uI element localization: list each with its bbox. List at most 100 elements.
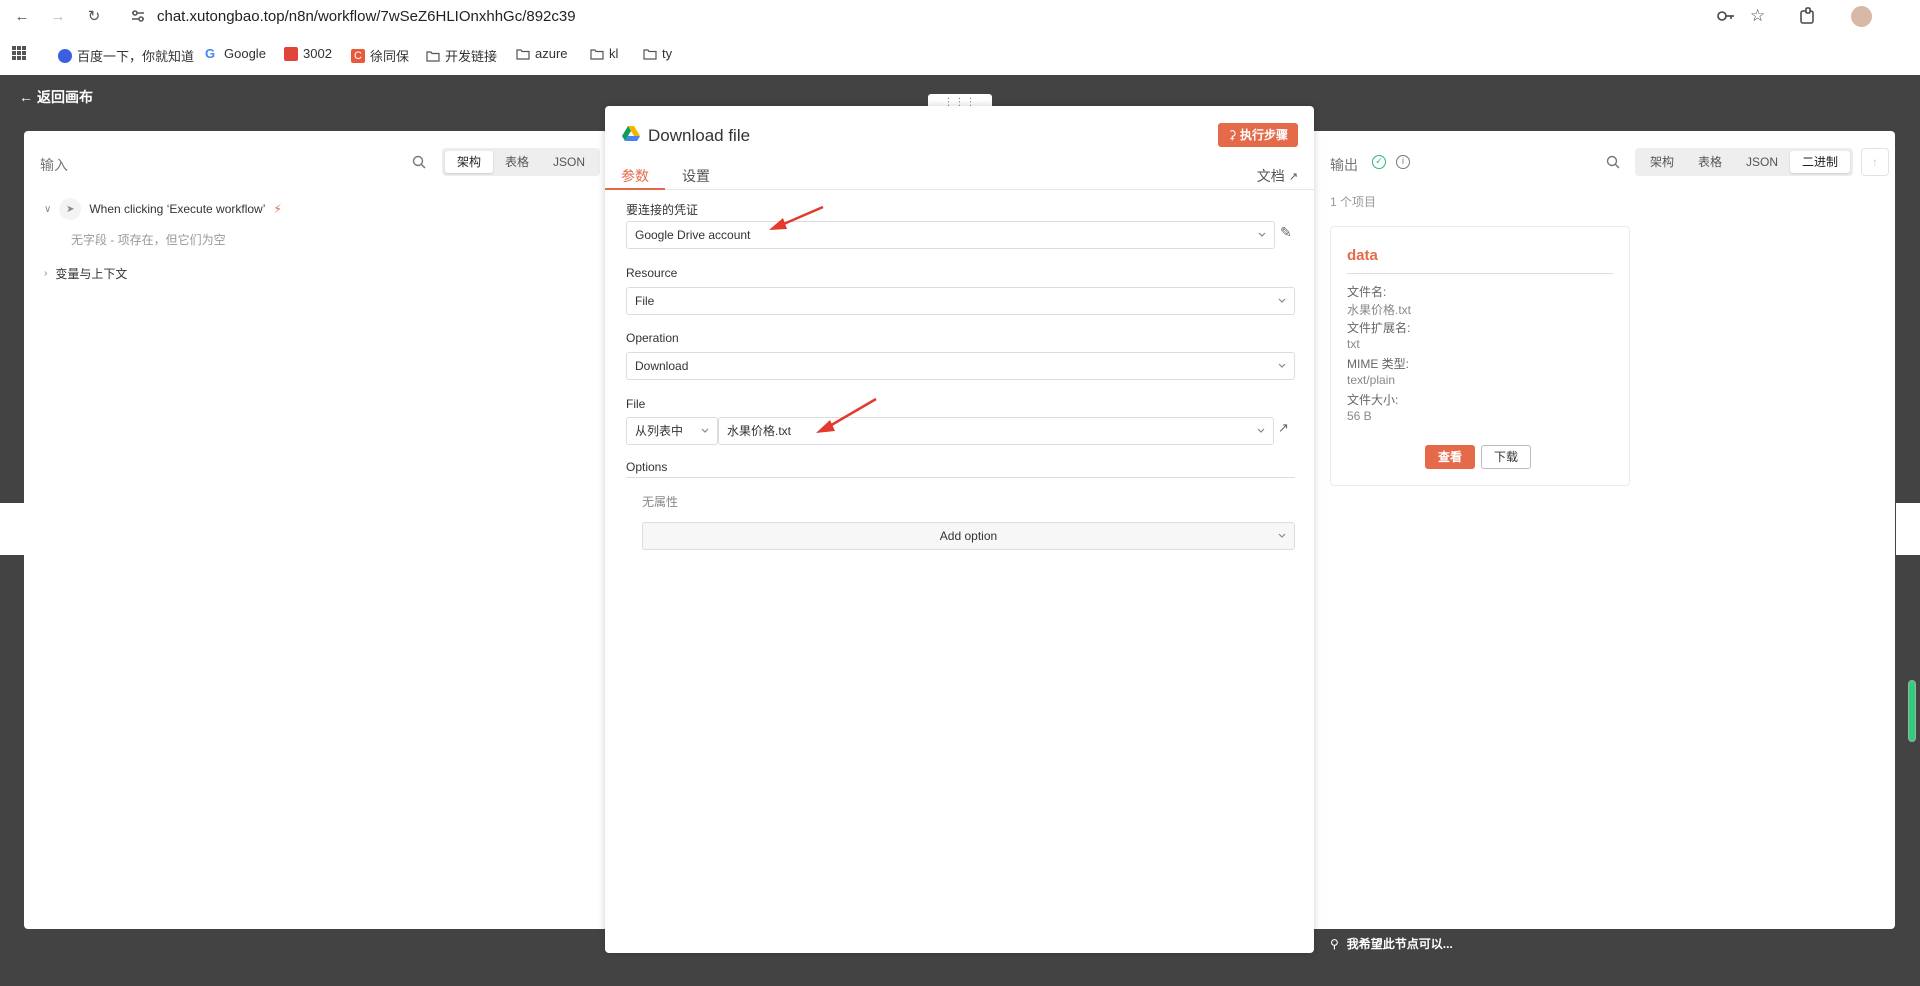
folder-icon [516, 48, 530, 60]
field-value: 水果价格.txt [1347, 303, 1412, 317]
field-label: 文件名: [1347, 285, 1387, 299]
field-label: 文件扩展名: [1347, 321, 1411, 335]
resource-select[interactable]: File [626, 287, 1295, 315]
output-panel-title: 输出 [1330, 157, 1358, 173]
lightning-icon: ⚡ [273, 202, 282, 216]
field-value: text/plain [1347, 373, 1396, 387]
docs-link[interactable]: 文档 ↗ [1257, 166, 1298, 186]
pencil-icon[interactable]: ✎ [1280, 224, 1292, 241]
input-panel-title: 输入 [40, 157, 68, 173]
back-arrow-icon[interactable]: ← [11, 5, 33, 27]
browser-toolbar: ← → ↻ chat.xutongbao.top/n8n/workflow/7w… [0, 0, 1920, 33]
left-edge-tab[interactable] [0, 503, 24, 555]
output-panel: 输出 ✓ i 架构 表格 JSON 二进制 ↑ 1 个项目 data 文件名: … [1310, 131, 1895, 929]
input-view-switch: 架构 表格 JSON [442, 148, 601, 176]
divider [1347, 273, 1613, 274]
variables-row[interactable]: › 变量与上下文 [44, 265, 127, 282]
tab-json[interactable]: JSON [541, 151, 597, 173]
operation-label: Operation [626, 331, 679, 345]
arrow-left-icon: ← [19, 89, 33, 105]
c-logo-icon: C [351, 48, 365, 63]
cursor-icon: ➤ [59, 198, 82, 220]
password-key-icon[interactable] [1716, 8, 1736, 27]
open-external-icon[interactable]: ↗ [1278, 420, 1289, 436]
field-label: 文件大小: [1347, 393, 1399, 407]
divider [626, 477, 1295, 478]
tab-binary[interactable]: 二进制 [1790, 151, 1851, 173]
field-value: txt [1347, 337, 1360, 351]
google-icon: G [205, 45, 216, 61]
bookmark-folder-kl[interactable]: kl [590, 46, 618, 61]
avatar[interactable] [1851, 6, 1872, 27]
bookmark-star-icon[interactable]: ☆ [1750, 6, 1765, 26]
binary-data-card: data 文件名: 水果价格.txt 文件扩展名: txt MIME 类型: t… [1330, 226, 1630, 486]
file-select[interactable]: 水果价格.txt [718, 417, 1274, 445]
item-count: 1 个项目 [1330, 195, 1377, 209]
bookmark-folder-ty[interactable]: ty [643, 46, 672, 61]
search-icon[interactable] [412, 155, 426, 169]
folder-icon [643, 48, 657, 60]
info-icon[interactable]: i [1396, 155, 1410, 169]
trigger-node-row[interactable]: ∨ ➤ When clicking ‘Execute workflow’ ⚡ [44, 198, 282, 220]
modal-tabs: 参数 设置 文档 ↗ [605, 160, 1314, 190]
node-title[interactable]: Download file [648, 126, 750, 146]
bookmark-folder-azure[interactable]: azure [516, 46, 568, 61]
bookmark-3002[interactable]: 3002 [284, 46, 332, 61]
site-icon [284, 46, 298, 61]
apps-grid-icon[interactable] [12, 46, 26, 63]
binary-key: data [1347, 247, 1378, 264]
resource-label: Resource [626, 266, 678, 280]
external-link-icon: ↗ [1288, 170, 1298, 183]
address-bar[interactable]: chat.xutongbao.top/n8n/workflow/7wSeZ6HL… [157, 8, 576, 25]
tab-table[interactable]: 表格 [1686, 151, 1734, 173]
back-to-canvas-link[interactable]: ← 返回画布 [19, 87, 93, 107]
file-label: File [626, 397, 646, 411]
node-settings-modal: Download file ⚳ 执行步骤 参数 设置 文档 ↗ 要连接的凭证 Go… [605, 106, 1314, 953]
tab-table[interactable]: 表格 [493, 151, 541, 173]
input-panel: 输入 架构 表格 JSON ∨ ➤ When clicking ‘Execute… [24, 131, 608, 929]
download-button[interactable]: 下载 [1481, 445, 1531, 469]
output-view-switch: 架构 表格 JSON 二进制 [1635, 148, 1854, 176]
field-value: 56 B [1347, 409, 1372, 423]
baidu-icon [58, 48, 72, 63]
file-mode-select[interactable]: 从列表中 [626, 417, 718, 445]
chevron-right-icon: › [44, 268, 48, 279]
no-properties-note: 无属性 [642, 495, 679, 509]
forward-arrow-icon[interactable]: → [47, 5, 69, 27]
scrollbar-thumb[interactable] [1908, 680, 1916, 742]
feedback-hint[interactable]: ⚲ 我希望此节点可以... [1330, 935, 1453, 952]
folder-icon [426, 50, 440, 62]
site-settings-icon[interactable] [129, 7, 147, 28]
bookmark-xutongbao[interactable]: C 徐同保 [351, 46, 409, 65]
tab-schema[interactable]: 架构 [445, 151, 494, 173]
google-drive-icon [622, 126, 640, 141]
field-label: MIME 类型: [1347, 357, 1409, 371]
annotation-arrow-icon [816, 397, 877, 433]
tab-json[interactable]: JSON [1734, 151, 1790, 173]
add-option-select[interactable]: Add option [642, 522, 1295, 550]
options-label: Options [626, 460, 668, 474]
chevron-down-icon [701, 428, 709, 433]
right-edge-tab[interactable] [1896, 503, 1920, 555]
operation-select[interactable]: Download [626, 352, 1295, 380]
extensions-icon[interactable] [1799, 7, 1817, 28]
bookmark-folder-dev[interactable]: 开发链接 [426, 46, 497, 65]
chevron-down-icon [1278, 363, 1286, 368]
bookmark-google[interactable]: G Google [205, 46, 266, 61]
empty-fields-note: 无字段 - 项存在，但它们为空 [71, 233, 226, 247]
execute-step-button[interactable]: ⚳ 执行步骤 [1217, 123, 1298, 147]
credential-select[interactable]: Google Drive account [626, 221, 1275, 249]
bookmark-baidu[interactable]: 百度一下，你就知道 [58, 46, 194, 65]
view-button[interactable]: 查看 [1425, 445, 1475, 469]
tab-settings[interactable]: 设置 [682, 166, 710, 186]
chevron-down-icon: ∨ [44, 203, 52, 215]
flask-icon: ⚳ [1227, 128, 1240, 142]
tab-schema[interactable]: 架构 [1638, 151, 1686, 173]
reload-icon[interactable]: ↻ [83, 5, 105, 27]
success-check-icon: ✓ [1372, 155, 1386, 169]
annotation-arrow-icon [769, 205, 824, 230]
search-icon[interactable] [1606, 155, 1620, 169]
credential-label: 要连接的凭证 [626, 203, 699, 217]
pin-icon[interactable]: ↑ [1861, 148, 1889, 176]
tab-parameters[interactable]: 参数 [621, 166, 649, 186]
